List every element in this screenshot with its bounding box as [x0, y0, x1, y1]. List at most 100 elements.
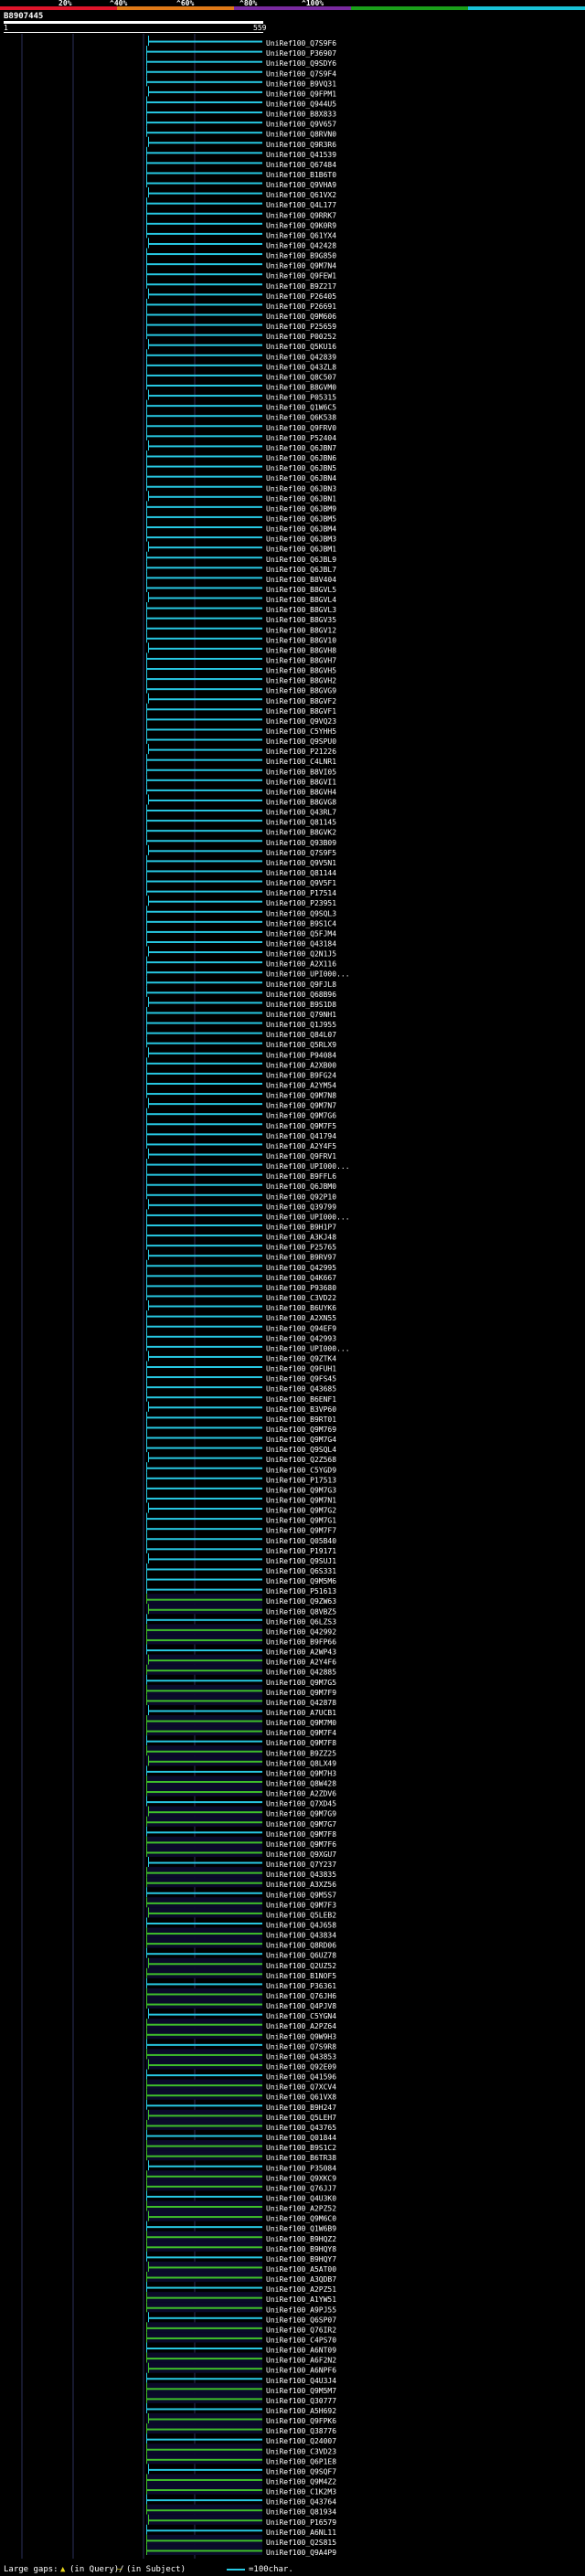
hit-label[interactable]: UniRef100_Q8LX49 — [266, 1759, 336, 1767]
hit-label[interactable]: UniRef100_Q7S9F5 — [266, 849, 336, 857]
hit-bar[interactable] — [146, 111, 262, 114]
hit-label[interactable]: UniRef100_Q9FRV0 — [266, 424, 336, 432]
hit-bar[interactable] — [146, 60, 262, 63]
hit-bar[interactable] — [146, 607, 262, 610]
hit-label[interactable]: UniRef100_Q9M5S7 — [266, 1891, 336, 1899]
hit-label[interactable]: UniRef100_Q6UZ78 — [266, 1952, 336, 1960]
hit-bar[interactable] — [146, 1821, 262, 1824]
hit-label[interactable]: UniRef100_Q6JBM5 — [266, 514, 336, 523]
hit-bar[interactable] — [146, 1315, 262, 1318]
hit-label[interactable]: UniRef100_A2XN55 — [266, 1314, 336, 1322]
hit-bar[interactable] — [146, 2458, 262, 2461]
hit-bar[interactable] — [146, 1770, 262, 1773]
hit-bar[interactable] — [146, 1851, 262, 1854]
hit-label[interactable]: UniRef100_C5YGD9 — [266, 1466, 336, 1474]
hit-label[interactable]: UniRef100_Q7XCV4 — [266, 2083, 336, 2092]
hit-bar[interactable] — [146, 1943, 262, 1945]
hit-bar[interactable] — [146, 536, 262, 539]
hit-bar[interactable] — [146, 1143, 262, 1146]
hit-label[interactable]: UniRef100_A6NL11 — [266, 2528, 336, 2537]
hit-label[interactable]: UniRef100_Q41596 — [266, 2073, 336, 2082]
hit-bar[interactable] — [146, 1690, 262, 1692]
hit-bar[interactable] — [146, 991, 262, 994]
hit-bar[interactable] — [148, 698, 262, 701]
hit-label[interactable]: UniRef100_Q38776 — [266, 2427, 336, 2435]
hit-label[interactable]: UniRef100_Q43764 — [266, 2498, 336, 2507]
hit-label[interactable]: UniRef100_Q9FS45 — [266, 1375, 336, 1383]
hit-bar[interactable] — [146, 1265, 262, 1267]
hit-label[interactable]: UniRef100_Q8W428 — [266, 1780, 336, 1788]
hit-bar[interactable] — [148, 2063, 262, 2066]
hit-label[interactable]: UniRef100_B8GVL4 — [266, 596, 336, 604]
hit-bar[interactable] — [148, 1406, 262, 1409]
hit-bar[interactable] — [146, 162, 262, 164]
hit-label[interactable]: UniRef100_UPI000... — [266, 1344, 350, 1352]
hit-bar[interactable] — [148, 2115, 262, 2117]
hit-label[interactable]: UniRef100_Q9M7F5 — [266, 1122, 336, 1130]
hit-label[interactable]: UniRef100_UPI000... — [266, 970, 350, 979]
hit-label[interactable]: UniRef100_Q6SP07 — [266, 2316, 336, 2324]
hit-bar[interactable] — [146, 1922, 262, 1924]
hit-label[interactable]: UniRef100_B9Z217 — [266, 282, 336, 291]
hit-bar[interactable] — [146, 1740, 262, 1743]
hit-label[interactable]: UniRef100_A2PZ52 — [266, 2205, 336, 2213]
hit-label[interactable]: UniRef100_Q2S815 — [266, 2539, 336, 2547]
hit-bar[interactable] — [146, 1032, 262, 1034]
hit-bar[interactable] — [146, 101, 262, 103]
hit-label[interactable]: UniRef100_B6ENF1 — [266, 1395, 336, 1404]
hit-label[interactable]: UniRef100_B8GV10 — [266, 636, 336, 644]
hit-label[interactable]: UniRef100_Q9M7F9 — [266, 1689, 336, 1697]
hit-bar[interactable] — [146, 303, 262, 306]
hit-label[interactable]: UniRef100_Q7XD45 — [266, 1800, 336, 1808]
hit-bar[interactable] — [146, 890, 262, 893]
hit-bar[interactable] — [146, 1113, 262, 1116]
hit-label[interactable]: UniRef100_Q4L177 — [266, 201, 336, 209]
hit-bar[interactable] — [146, 2499, 262, 2502]
hit-label[interactable]: UniRef100_Q9FPK6 — [266, 2417, 336, 2425]
hit-label[interactable]: UniRef100_B9HQY8 — [266, 2245, 336, 2253]
hit-bar[interactable] — [146, 374, 262, 376]
hit-bar[interactable] — [146, 2539, 262, 2542]
hit-bar[interactable] — [146, 1628, 262, 1631]
hit-label[interactable]: UniRef100_Q9M7F8 — [266, 1739, 336, 1747]
hit-bar[interactable] — [148, 344, 262, 346]
hit-label[interactable]: UniRef100_Q4J658 — [266, 1922, 336, 1930]
hit-label[interactable]: UniRef100_Q94EF9 — [266, 1324, 336, 1332]
hit-label[interactable]: UniRef100_Q9SQF7 — [266, 2467, 336, 2475]
hit-label[interactable]: UniRef100_B9G850 — [266, 252, 336, 260]
hit-bar[interactable] — [146, 1275, 262, 1277]
hit-bar[interactable] — [146, 2155, 262, 2157]
hit-label[interactable]: UniRef100_B8GVI1 — [266, 778, 336, 786]
hit-bar[interactable] — [146, 860, 262, 863]
hit-bar[interactable] — [146, 1133, 262, 1136]
hit-bar[interactable] — [146, 617, 262, 620]
hit-bar[interactable] — [148, 2013, 262, 2016]
hit-label[interactable]: UniRef100_Q41794 — [266, 1132, 336, 1140]
hit-label[interactable]: UniRef100_B9HQY7 — [266, 2255, 336, 2263]
hit-label[interactable]: UniRef100_Q5LEH7 — [266, 2114, 336, 2122]
hit-label[interactable]: UniRef100_Q9V5N1 — [266, 859, 336, 867]
hit-bar[interactable] — [146, 1700, 262, 1702]
hit-label[interactable]: UniRef100_Q93B09 — [266, 839, 336, 847]
hit-bar[interactable] — [146, 50, 262, 53]
hit-bar[interactable] — [146, 2023, 262, 2026]
hit-label[interactable]: UniRef100_Q6S331 — [266, 1567, 336, 1575]
hit-label[interactable]: UniRef100_Q9A4P9 — [266, 2549, 336, 2557]
hit-bar[interactable] — [146, 971, 262, 974]
hit-label[interactable]: UniRef100_Q7S9R8 — [266, 2042, 336, 2051]
hit-bar[interactable] — [148, 1710, 262, 1712]
hit-bar[interactable] — [146, 1082, 262, 1085]
hit-label[interactable]: UniRef100_Q76JH6 — [266, 1992, 336, 2000]
hit-label[interactable]: UniRef100_P00252 — [266, 333, 336, 341]
hit-bar[interactable] — [146, 627, 262, 630]
hit-bar[interactable] — [146, 2084, 262, 2087]
hit-label[interactable]: UniRef100_Q8RD06 — [266, 1942, 336, 1950]
hit-label[interactable]: UniRef100_Q6LZS3 — [266, 1617, 336, 1626]
hit-bar[interactable] — [148, 40, 262, 43]
hit-bar[interactable] — [146, 840, 262, 843]
hit-label[interactable]: UniRef100_P93680 — [266, 1284, 336, 1292]
hit-bar[interactable] — [146, 1193, 262, 1196]
hit-bar[interactable] — [146, 1376, 262, 1379]
hit-bar[interactable] — [146, 1993, 262, 1996]
hit-bar[interactable] — [146, 1436, 262, 1439]
